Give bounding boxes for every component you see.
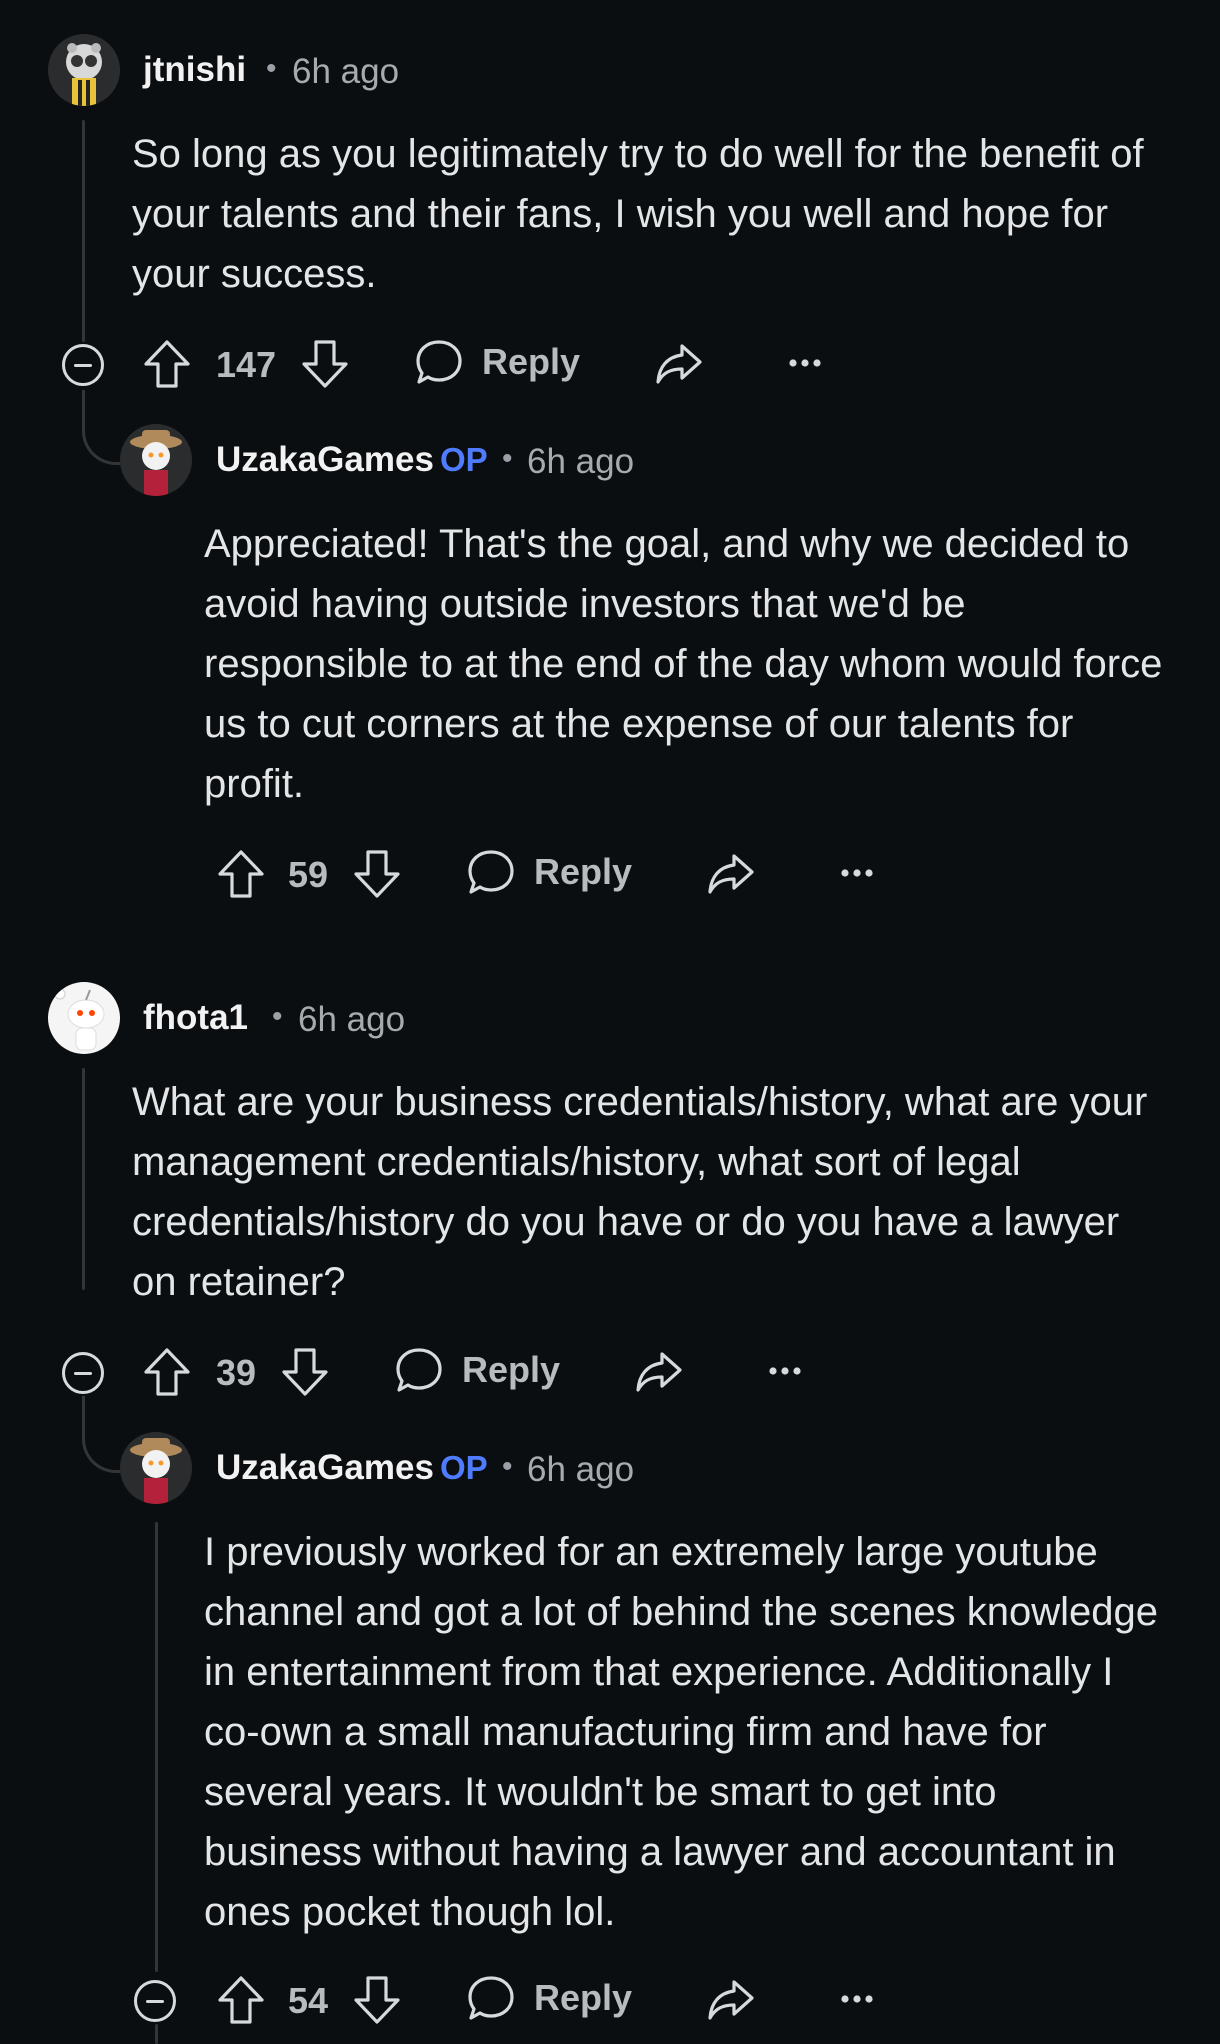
more-options-button[interactable] (840, 1994, 874, 2004)
upvote-button[interactable] (142, 1346, 192, 1398)
comment-author[interactable]: jtnishi (143, 50, 246, 90)
share-icon (634, 1348, 684, 1396)
reply-bubble-icon (394, 1344, 444, 1396)
more-options-button[interactable] (768, 1366, 802, 1376)
reply-bubble-icon (414, 336, 464, 388)
collapse-icon[interactable] (134, 1980, 176, 2022)
upvote-icon (216, 1974, 266, 2026)
comment-text: So long as you legitimately try to do we… (132, 132, 1144, 296)
comment-author[interactable]: fhota1 (143, 998, 248, 1038)
downvote-icon (352, 1974, 402, 2026)
upvote-icon (216, 848, 266, 900)
more-options-button[interactable] (840, 868, 874, 878)
comment-timestamp: 6h ago (527, 442, 635, 481)
comment-body: What are your business credentials/histo… (132, 1072, 1172, 1312)
reply-bubble-icon (466, 1972, 516, 2024)
comment-body: I previously worked for an extremely lar… (204, 1522, 1164, 1942)
separator-dot: • (266, 52, 277, 85)
reply-button[interactable]: Reply (466, 1972, 632, 2024)
thread-connector-reply-2 (82, 1396, 121, 1473)
downvote-icon (300, 338, 350, 390)
thread-line-reply-2-tail (155, 2024, 158, 2044)
comment-timestamp: 6h ago (527, 1450, 635, 1489)
reply-label: Reply (534, 1977, 633, 2018)
more-options-icon (840, 1994, 874, 2004)
more-options-button[interactable] (788, 358, 822, 368)
separator-dot: • (272, 1000, 283, 1033)
downvote-button[interactable] (352, 1974, 402, 2026)
reply-bubble-icon (466, 846, 516, 898)
downvote-button[interactable] (352, 848, 402, 900)
op-badge: OP (440, 1449, 488, 1486)
avatar-icon (48, 982, 120, 1054)
collapse-icon[interactable] (62, 344, 104, 386)
downvote-icon (352, 848, 402, 900)
separator-dot: • (502, 442, 513, 475)
comment-body: Appreciated! That's the goal, and why we… (204, 514, 1164, 814)
share-icon (654, 340, 704, 388)
comment-text: What are your business credentials/histo… (132, 1080, 1148, 1304)
share-button[interactable] (634, 1348, 684, 1396)
share-button[interactable] (706, 850, 756, 898)
reply-button[interactable]: Reply (394, 1344, 560, 1396)
upvote-button[interactable] (142, 338, 192, 390)
share-button[interactable] (654, 340, 704, 388)
thread-connector-reply-1 (82, 390, 121, 465)
more-options-icon (788, 358, 822, 368)
comment-timestamp: 6h ago (292, 52, 400, 91)
upvote-icon (142, 338, 192, 390)
separator-dot: • (502, 1450, 513, 1483)
avatar-icon (120, 424, 192, 496)
thread-line-comment-3 (82, 1068, 85, 1290)
avatar[interactable] (48, 34, 120, 106)
collapse-icon[interactable] (62, 1352, 104, 1394)
share-button[interactable] (706, 1976, 756, 2024)
comment-author[interactable]: UzakaGames (216, 1448, 434, 1488)
share-icon (706, 850, 756, 898)
vote-count: 147 (216, 344, 277, 385)
downvote-icon (280, 1346, 330, 1398)
reply-label: Reply (462, 1349, 561, 1390)
avatar-icon (120, 1432, 192, 1504)
more-options-icon (840, 868, 874, 878)
downvote-button[interactable] (280, 1346, 330, 1398)
comment-body: So long as you legitimately try to do we… (132, 124, 1172, 304)
reply-button[interactable]: Reply (414, 336, 580, 388)
share-icon (706, 1976, 756, 2024)
avatar-icon (48, 34, 120, 106)
upvote-button[interactable] (216, 1974, 266, 2026)
upvote-button[interactable] (216, 848, 266, 900)
more-options-icon (768, 1366, 802, 1376)
downvote-button[interactable] (300, 338, 350, 390)
upvote-icon (142, 1346, 192, 1398)
avatar[interactable] (48, 982, 120, 1054)
comment-author[interactable]: UzakaGames (216, 440, 434, 480)
vote-count: 54 (288, 1980, 329, 2021)
avatar[interactable] (120, 1432, 192, 1504)
thread-line-comment-1 (82, 120, 85, 342)
vote-count: 39 (216, 1352, 257, 1393)
comment-text: Appreciated! That's the goal, and why we… (204, 522, 1163, 806)
comment-timestamp: 6h ago (298, 1000, 406, 1039)
comment-text: I previously worked for an extremely lar… (204, 1530, 1159, 1934)
avatar[interactable] (120, 424, 192, 496)
thread-line-reply-2 (155, 1522, 158, 1972)
vote-count: 59 (288, 854, 329, 895)
op-badge: OP (440, 441, 488, 478)
reply-label: Reply (534, 851, 633, 892)
reply-label: Reply (482, 341, 581, 382)
reply-button[interactable]: Reply (466, 846, 632, 898)
